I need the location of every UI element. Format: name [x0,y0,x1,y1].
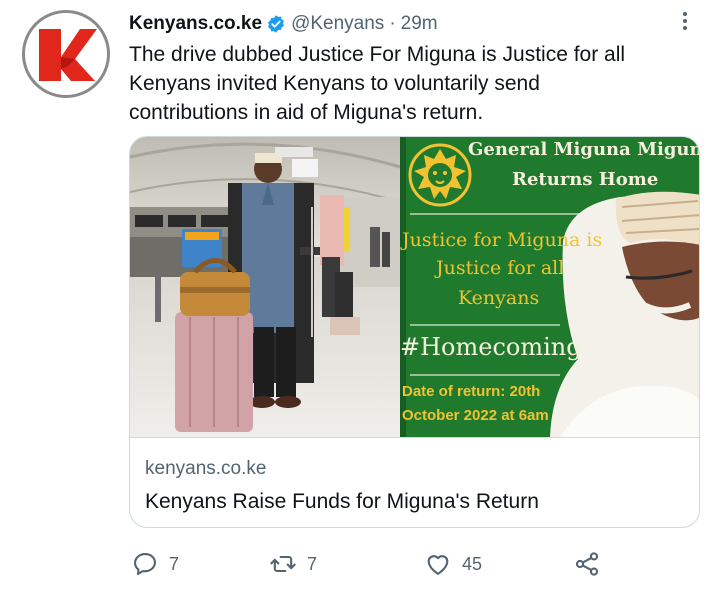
like-button[interactable]: 45 [424,548,482,580]
tweet[interactable]: Kenyans.co.ke @Kenyans · 29m The drive d… [0,0,720,616]
card-image[interactable]: General Miguna Migun Returns Home Justic… [130,137,700,437]
homecoming-poster: General Miguna Migun Returns Home Justic… [400,137,700,437]
reply-icon [134,553,156,575]
more-options-icon[interactable] [676,8,694,34]
retweet-icon [270,555,296,573]
tweet-text-line: Kenyans invited Kenyans to voluntarily s… [129,72,540,95]
poster-slogan-line1: Justice for Miguna is [402,229,603,251]
avatar[interactable] [22,10,110,98]
kenyans-k-logo-icon [39,29,97,81]
action-bar: 7 7 45 [131,548,611,580]
poster-date-line1: Date of return: 20th [402,383,541,400]
poster-header-line1: General Miguna Migun [468,139,700,160]
tweet-text: The drive dubbed Justice For Miguna is J… [129,40,709,127]
timestamp[interactable]: 29m [401,13,438,35]
like-count: 45 [462,553,483,574]
handle[interactable]: @Kenyans [291,13,384,35]
reply-button[interactable]: 7 [131,548,179,580]
tweet-text-line: contributions in aid of Miguna's return. [129,101,484,124]
poster-hashtag: #Homecoming [400,333,582,361]
lion-emblem-icon [408,143,472,207]
heart-icon [427,555,449,575]
card-domain: kenyans.co.ke [145,458,267,479]
share-icon [575,552,599,576]
poster-date-line2: October 2022 at 6am [402,407,549,424]
retweet-count: 7 [307,553,318,574]
tweet-header: Kenyans.co.ke @Kenyans · 29m [129,11,438,37]
link-card[interactable]: General Miguna Migun Returns Home Justic… [129,136,700,528]
poster-slogan-line2: Justice for all [436,257,565,279]
display-name[interactable]: Kenyans.co.ke [129,13,262,35]
airport-photo-drawing [130,137,400,437]
retweet-button[interactable]: 7 [269,548,317,580]
share-button[interactable] [573,548,601,580]
card-title[interactable]: Kenyans Raise Funds for Miguna's Return [145,490,539,514]
reply-count: 7 [169,553,180,574]
tweet-text-line: The drive dubbed Justice For Miguna is J… [129,43,626,66]
card-info[interactable]: kenyans.co.ke Kenyans Raise Funds for Mi… [130,437,699,527]
poster-header-line2: Returns Home [512,169,659,190]
separator-dot: · [389,13,396,34]
airport-photo [130,137,400,437]
poster-slogan-line3: Kenyans [458,287,540,309]
verified-badge-icon [266,14,286,34]
